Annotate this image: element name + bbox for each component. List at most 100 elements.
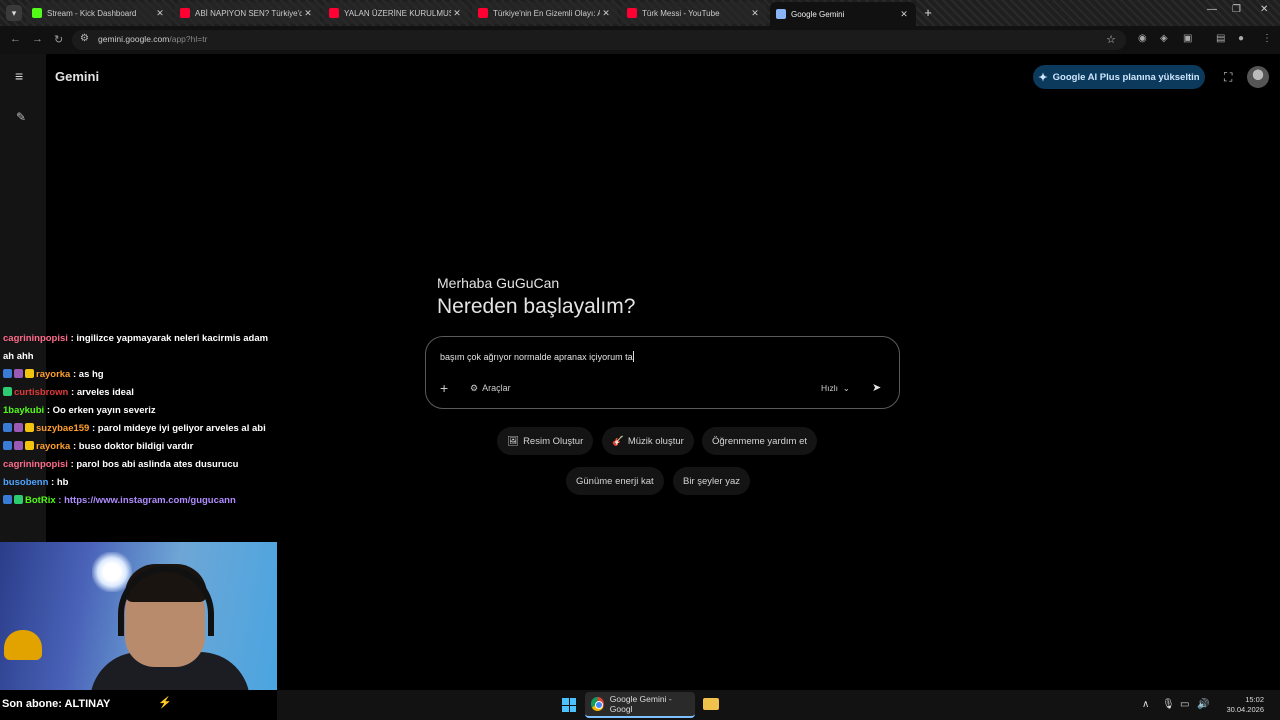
tab-favicon-icon bbox=[478, 8, 488, 18]
chat-message: busobenn : hb bbox=[0, 474, 278, 492]
maximize-icon[interactable]: ❐ bbox=[1232, 4, 1241, 15]
chat-badge-icon bbox=[25, 441, 34, 450]
chat-badge-icon bbox=[3, 369, 12, 378]
tab-close-icon[interactable]: ✕ bbox=[302, 8, 314, 19]
browser-tab[interactable]: Google Gemini ✕ bbox=[770, 2, 916, 26]
url-field[interactable]: ⚙ gemini.google.com/app?hl=tr ☆ bbox=[72, 30, 1126, 50]
tab-close-icon[interactable]: ✕ bbox=[749, 8, 761, 19]
tab-strip: ▾ Stream - Kick Dashboard ✕ ABİ NAPIYON SE… bbox=[0, 0, 1280, 26]
extension-icon[interactable]: ◈ bbox=[1160, 33, 1168, 44]
prompt-input[interactable]: başım çok ağrıyor normalde apranax içiyo… bbox=[440, 351, 634, 362]
microphone-icon[interactable]: 🎙 bbox=[1162, 699, 1175, 710]
kick-icon: ⚡ bbox=[158, 697, 172, 709]
page-title: Nereden başlayalım? bbox=[437, 295, 636, 318]
share-icon[interactable]: ⛶ bbox=[1224, 70, 1232, 85]
chat-message: cagrininpopisi : parol bos abi aslinda a… bbox=[0, 456, 278, 474]
tools-button[interactable]: ⚙ Araçlar bbox=[470, 383, 511, 394]
chat-badge-icon bbox=[3, 423, 12, 432]
model-selector[interactable]: Hızlı ⌄ bbox=[821, 383, 850, 394]
back-icon[interactable]: ← bbox=[10, 33, 21, 45]
chip-energize-day[interactable]: Günüme enerji kat bbox=[566, 467, 664, 495]
tray-chevron-icon[interactable]: ∧ bbox=[1142, 699, 1149, 710]
chat-badge-icon bbox=[14, 369, 23, 378]
chat-badge-icon bbox=[3, 387, 12, 396]
new-tab-icon[interactable]: + bbox=[920, 5, 936, 21]
tab-favicon-icon bbox=[627, 8, 637, 18]
tab-close-icon[interactable]: ✕ bbox=[898, 9, 910, 20]
chat-message: rayorka : buso doktor bildigi vardır bbox=[0, 438, 278, 456]
bookmark-star-icon[interactable]: ☆ bbox=[1106, 33, 1116, 46]
window-close-icon[interactable]: ✕ bbox=[1260, 4, 1268, 15]
reload-icon[interactable]: ↻ bbox=[54, 33, 63, 46]
tab-close-icon[interactable]: ✕ bbox=[451, 8, 463, 19]
chat-message: rayorka : as hg bbox=[0, 366, 278, 384]
windows-start-icon[interactable] bbox=[562, 698, 576, 712]
chat-username: BotRix bbox=[25, 495, 56, 506]
tab-title: Türk Messi - YouTube bbox=[642, 8, 720, 18]
tab-close-icon[interactable]: ✕ bbox=[154, 8, 166, 19]
chat-text: : parol bos abi aslinda ates dusurucu bbox=[70, 459, 239, 470]
tab-title: ABİ NAPIYON SEN? Türkiye'de bbox=[195, 8, 302, 18]
hamburger-icon[interactable]: ≡ bbox=[15, 68, 23, 84]
avatar[interactable] bbox=[1247, 66, 1269, 88]
browser-tab[interactable]: Türk Messi - YouTube ✕ bbox=[621, 2, 767, 24]
chat-text: : buso doktor bildigi vardır bbox=[72, 441, 194, 452]
webcam-feed bbox=[0, 542, 277, 690]
tools-icon: ⚙ bbox=[470, 383, 479, 393]
prompt-composer[interactable]: başım çok ağrıyor normalde apranax içiyo… bbox=[425, 336, 900, 409]
chat-text: : Oo erken yayın severiz bbox=[46, 405, 156, 416]
incognito-icon[interactable]: ◉ bbox=[1138, 33, 1147, 44]
guitar-icon: 🎸 bbox=[612, 435, 624, 447]
network-icon[interactable]: ▭ bbox=[1180, 699, 1189, 710]
chat-message: cagrininpopisi : ingilizce yapmayarak ne… bbox=[0, 330, 278, 366]
tab-search-icon[interactable]: ▾ bbox=[6, 5, 22, 21]
chat-message: BotRix : https://www.instagram.com/guguc… bbox=[0, 492, 278, 510]
chat-badge-icon bbox=[25, 423, 34, 432]
chat-username: cagrininpopisi bbox=[3, 333, 68, 344]
taskbar-chrome-app[interactable]: Google Gemini - Googl bbox=[585, 692, 695, 718]
send-icon[interactable]: ➤ bbox=[872, 381, 881, 394]
profile-icon[interactable]: ● bbox=[1238, 33, 1244, 44]
chip-create-image[interactable]: 🖼 Resim Oluştur bbox=[497, 427, 594, 455]
puzzle-icon[interactable]: ▣ bbox=[1183, 33, 1192, 44]
chat-username: rayorka bbox=[36, 441, 71, 452]
tab-title: Stream - Kick Dashboard bbox=[47, 8, 137, 18]
tab-close-icon[interactable]: ✕ bbox=[600, 8, 612, 19]
upgrade-button[interactable]: ✦ Google AI Plus planına yükseltin bbox=[1033, 65, 1205, 89]
sparkle-icon: ✦ bbox=[1038, 71, 1048, 84]
chat-text: : arveles ideal bbox=[71, 387, 134, 398]
upgrade-label: Google AI Plus planına yükseltin bbox=[1052, 71, 1200, 83]
volume-icon[interactable]: 🔊 bbox=[1197, 699, 1209, 710]
chip-create-music[interactable]: 🎸 Müzik oluştur bbox=[602, 427, 694, 455]
browser-tab[interactable]: YALAN ÜZERİNE KURULMUŞ K ✕ bbox=[323, 2, 469, 24]
chat-username: cagrininpopisi bbox=[3, 459, 68, 470]
menu-icon[interactable]: ⋮ bbox=[1262, 33, 1272, 44]
chat-badge-icon bbox=[25, 369, 34, 378]
browser-tab[interactable]: ABİ NAPIYON SEN? Türkiye'de ✕ bbox=[174, 2, 320, 24]
forward-icon[interactable]: → bbox=[32, 33, 43, 45]
last-subscriber-label: Son abone: ALTINAY bbox=[2, 698, 111, 710]
chat-username: rayorka bbox=[36, 369, 71, 380]
chat-text: : https://www.instagram.com/gugucann bbox=[58, 495, 236, 506]
browser-tab[interactable]: Türkiye'nin En Gizemli Olayı: Al ✕ bbox=[472, 2, 618, 24]
tab-title: Türkiye'nin En Gizemli Olayı: Al bbox=[493, 8, 600, 18]
chip-write-something[interactable]: Bir şeyler yaz bbox=[673, 467, 751, 495]
sidepanel-icon[interactable]: ▤ bbox=[1216, 33, 1225, 44]
chip-help-learn[interactable]: Öğrenmeme yardım et bbox=[702, 427, 818, 455]
chat-username: 1baykubi bbox=[3, 405, 45, 416]
chat-text: : hb bbox=[51, 477, 69, 488]
site-info-icon[interactable]: ⚙ bbox=[80, 33, 89, 44]
browser-tab[interactable]: Stream - Kick Dashboard ✕ bbox=[26, 2, 172, 24]
tab-title: Google Gemini bbox=[791, 9, 845, 19]
chat-text: : as hg bbox=[72, 369, 104, 380]
chat-badge-icon bbox=[14, 423, 23, 432]
chat-message: 1baykubi : Oo erken yayın severiz bbox=[0, 402, 278, 420]
minimize-icon[interactable]: — bbox=[1207, 4, 1217, 15]
clock[interactable]: 15:02 30.04.2026 bbox=[1214, 695, 1264, 715]
new-chat-icon[interactable]: ✎ bbox=[16, 110, 26, 124]
chat-badge-icon bbox=[14, 441, 23, 450]
file-explorer-icon[interactable] bbox=[703, 698, 719, 710]
chat-badge-icon bbox=[3, 495, 12, 504]
url-text: gemini.google.com/app?hl=tr bbox=[98, 34, 208, 44]
add-attachment-icon[interactable]: + bbox=[440, 380, 448, 396]
